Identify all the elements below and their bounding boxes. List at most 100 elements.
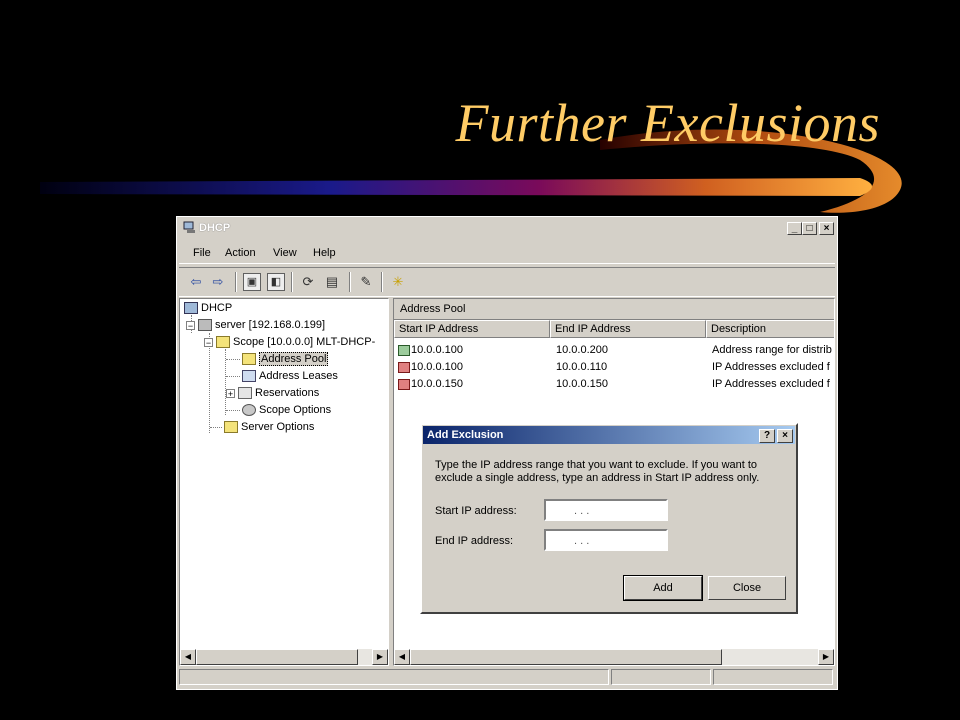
tree-line <box>226 359 240 360</box>
tree-item-dhcp[interactable]: DHCP <box>184 300 232 316</box>
tree-item-scope[interactable]: − Scope [10.0.0.0] MLT-DHCP- <box>204 334 375 350</box>
tree-item-server-options[interactable]: Server Options <box>224 419 314 435</box>
export-list-icon[interactable]: ▤ <box>323 273 341 291</box>
tree-label: Server Options <box>241 421 315 433</box>
cell-start-ip: 10.0.0.100 <box>411 361 463 373</box>
toolbar: ⇦ ⇨ ▣ ◧ ⟳ ▤ ✎ ✳ <box>179 267 835 297</box>
status-cell <box>179 669 609 685</box>
menu-action[interactable]: Action <box>225 247 256 259</box>
column-description[interactable]: Description <box>706 320 834 338</box>
cell-description: IP Addresses excluded f <box>712 361 830 373</box>
scroll-left-icon[interactable]: ◀ <box>180 649 196 665</box>
toolbar-separator <box>381 272 383 292</box>
help-button[interactable]: ? <box>759 429 775 443</box>
address-range-icon <box>398 344 410 356</box>
expand-icon[interactable]: + <box>226 388 235 398</box>
show-hide-tree-icon[interactable]: ◧ <box>267 273 285 291</box>
menu-view[interactable]: View <box>273 247 297 259</box>
address-pool-icon <box>242 353 256 366</box>
up-folder-icon[interactable]: ▣ <box>243 273 261 291</box>
tree-label: server [192.168.0.199] <box>215 319 326 331</box>
ip-octet-separators: . . . <box>574 535 590 547</box>
close-dialog-button[interactable]: Close <box>708 576 786 600</box>
exclusion-icon <box>398 378 410 390</box>
tree-line <box>226 410 240 411</box>
dhcp-icon <box>184 302 198 315</box>
toolbar-separator <box>235 272 237 292</box>
tree-line <box>210 427 222 428</box>
properties-icon[interactable]: ✎ <box>357 273 375 291</box>
tree-item-address-pool[interactable]: Address Pool <box>242 351 329 367</box>
end-ip-label: End IP address: <box>435 535 514 547</box>
address-leases-icon <box>242 370 256 383</box>
column-start-ip[interactable]: Start IP Address <box>394 320 550 338</box>
minimize-button[interactable]: _ <box>787 222 802 235</box>
collapse-icon[interactable]: − <box>204 337 213 347</box>
status-bar <box>179 667 835 687</box>
window-title: DHCP <box>199 222 231 234</box>
tree-label: Scope Options <box>259 404 332 416</box>
cell-end-ip: 10.0.0.200 <box>556 344 608 356</box>
column-end-ip[interactable]: End IP Address <box>550 320 706 338</box>
tree-label: Scope [10.0.0.0] MLT-DHCP- <box>233 336 376 348</box>
collapse-icon[interactable]: − <box>186 320 195 330</box>
end-ip-input[interactable]: . . . <box>544 529 668 551</box>
back-arrow-icon[interactable]: ⇦ <box>187 273 205 291</box>
dialog-close-button[interactable]: × <box>777 429 793 443</box>
scroll-thumb[interactable] <box>410 649 722 665</box>
slide-title: Further Exclusions <box>455 93 880 153</box>
toolbar-separator <box>291 272 293 292</box>
reservations-icon <box>238 387 252 400</box>
forward-arrow-icon[interactable]: ⇨ <box>209 273 227 291</box>
tree-item-reservations[interactable]: + Reservations <box>226 385 319 401</box>
tree-label: DHCP <box>201 302 233 314</box>
menu-bar: File Action View Help <box>179 243 835 264</box>
start-ip-input[interactable]: . . . <box>544 499 668 521</box>
status-cell <box>611 669 711 685</box>
tree-item-address-leases[interactable]: Address Leases <box>242 368 338 384</box>
list-row[interactable]: 10.0.0.100 10.0.0.110 IP Addresses exclu… <box>398 359 834 376</box>
tree-horizontal-scrollbar[interactable]: ◀ ▶ <box>180 649 388 665</box>
server-options-icon <box>224 421 238 434</box>
list-row[interactable]: 10.0.0.100 10.0.0.200 Address range for … <box>398 342 834 359</box>
ip-octet-separators: . . . <box>574 505 590 517</box>
dialog-instructions: Type the IP address range that you want … <box>435 459 760 484</box>
dialog-title: Add Exclusion <box>427 429 504 441</box>
server-icon <box>198 319 212 332</box>
exclusion-icon <box>398 361 410 373</box>
tree-line <box>226 376 240 377</box>
add-button[interactable]: Add <box>623 575 703 601</box>
new-exclusion-icon[interactable]: ✳ <box>389 273 407 291</box>
tree-item-scope-options[interactable]: Scope Options <box>242 402 331 418</box>
maximize-button[interactable]: □ <box>802 222 817 235</box>
cell-description: Address range for distrib <box>712 344 832 356</box>
menu-help[interactable]: Help <box>313 247 336 259</box>
cell-end-ip: 10.0.0.150 <box>556 378 608 390</box>
status-cell <box>713 669 833 685</box>
scroll-thumb[interactable] <box>196 649 358 665</box>
pane-header: Address Pool <box>394 299 834 320</box>
list-row[interactable]: 10.0.0.150 10.0.0.150 IP Addresses exclu… <box>398 376 834 393</box>
scope-options-icon <box>242 404 256 417</box>
refresh-icon[interactable]: ⟳ <box>299 273 317 291</box>
scroll-right-icon[interactable]: ▶ <box>818 649 834 665</box>
scroll-left-icon[interactable]: ◀ <box>394 649 410 665</box>
tree-item-server[interactable]: − server [192.168.0.199] <box>186 317 325 333</box>
dialog-titlebar[interactable]: Add Exclusion ? × <box>423 426 795 444</box>
cell-start-ip: 10.0.0.150 <box>411 378 463 390</box>
dhcp-app-icon <box>183 221 195 233</box>
list-horizontal-scrollbar[interactable]: ◀ ▶ <box>394 649 834 665</box>
add-exclusion-dialog: Add Exclusion ? × Type the IP address ra… <box>420 423 798 614</box>
close-button[interactable]: × <box>819 222 834 235</box>
cell-description: IP Addresses excluded f <box>712 378 830 390</box>
menu-file[interactable]: File <box>193 247 211 259</box>
folder-icon <box>216 336 230 349</box>
window-titlebar[interactable]: DHCP _ □ × <box>179 219 835 237</box>
tree-label: Address Leases <box>259 370 338 382</box>
scroll-right-icon[interactable]: ▶ <box>372 649 388 665</box>
tree-label: Reservations <box>255 387 320 399</box>
console-tree: DHCP − server [192.168.0.199] − Scope [10.… <box>179 298 389 666</box>
cell-start-ip: 10.0.0.100 <box>411 344 463 356</box>
tree-label: Address Pool <box>259 352 329 366</box>
start-ip-label: Start IP address: <box>435 505 517 517</box>
